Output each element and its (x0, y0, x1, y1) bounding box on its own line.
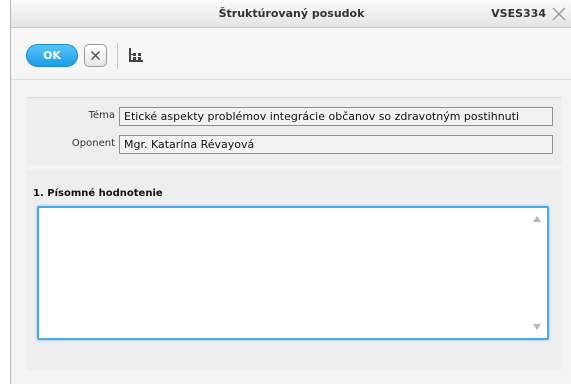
dialog-window: Štruktúrovaný posudok VSES334 OK Téma Et (10, 0, 571, 384)
scroll-up-arrow-icon[interactable] (533, 216, 541, 222)
window-id: VSES334 (491, 7, 546, 20)
x-icon (90, 50, 101, 61)
tema-field[interactable]: Etické aspekty problémov integrácie obča… (119, 107, 553, 126)
close-icon[interactable] (550, 5, 568, 23)
toolbar-separator (117, 43, 118, 69)
scroll-down-arrow-icon[interactable] (533, 324, 541, 330)
title-bar: Štruktúrovaný posudok VSES334 (11, 0, 571, 28)
toolbar: OK (11, 29, 571, 80)
cancel-button[interactable] (84, 44, 107, 67)
oponent-label: Oponent (71, 138, 115, 149)
header-fields-panel: Téma Etické aspekty problémov integrácie… (27, 97, 562, 165)
oponent-field[interactable]: Mgr. Katarína Révayová (119, 135, 553, 154)
tree-structure-icon[interactable] (127, 46, 145, 64)
tema-label: Téma (88, 110, 115, 121)
written-evaluation-textarea[interactable] (37, 206, 549, 340)
section-title: 1. Písomné hodnotenie (33, 188, 163, 199)
written-evaluation-panel: 1. Písomné hodnotenie (27, 170, 562, 370)
window-title: Štruktúrovaný posudok (218, 7, 365, 20)
ok-button[interactable]: OK (26, 44, 78, 67)
